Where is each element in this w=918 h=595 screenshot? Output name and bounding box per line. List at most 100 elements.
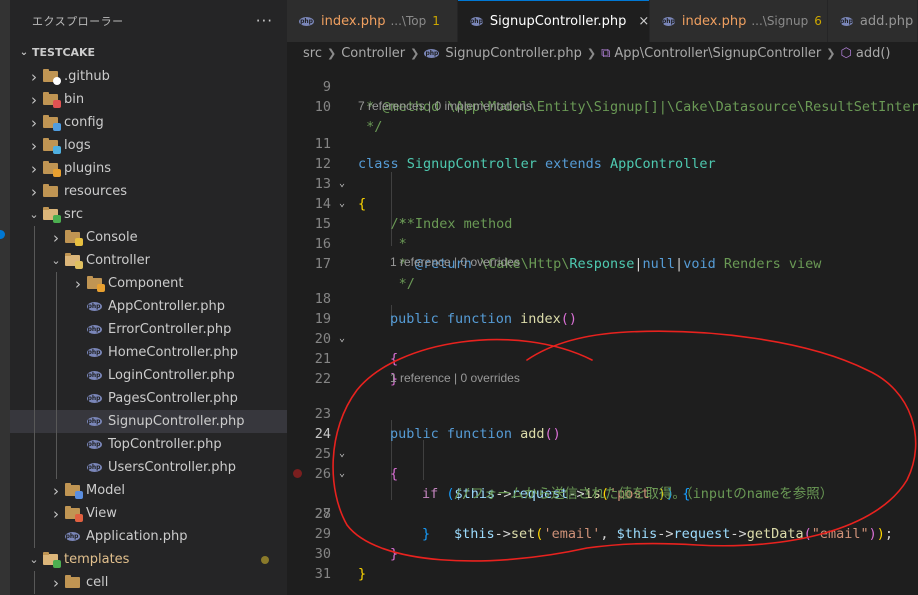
explorer-title-text: エクスプローラー: [32, 15, 124, 28]
tree-item[interactable]: › logs: [10, 134, 287, 157]
folder-shape: [64, 575, 80, 588]
tree-item[interactable]: › cell: [10, 571, 287, 594]
chevron-right-icon: ›: [53, 573, 59, 592]
tree-item[interactable]: php LoginController.php: [10, 364, 287, 387]
workspace-root[interactable]: ⌄ TESTCAKE: [10, 42, 95, 62]
config-folder-icon: [42, 115, 61, 131]
tree-item-label: SignupController.php: [108, 414, 245, 429]
tree-item-label: UsersController.php: [108, 460, 237, 475]
breakpoint-icon[interactable]: [293, 469, 302, 478]
code-line: 11 class SignupController extends AppCon…: [287, 114, 918, 172]
tree-item[interactable]: php AppController.php: [10, 295, 287, 318]
code-line: 29 }: [287, 504, 918, 562]
tree-indent-guide: [34, 364, 35, 387]
tree-indent-guide: [34, 571, 35, 594]
breadcrumb-method[interactable]: add(): [856, 46, 891, 61]
tree-item[interactable]: › View: [10, 502, 287, 525]
tree-item[interactable]: php UsersController.php: [10, 456, 287, 479]
tree-item-label: Model: [86, 483, 126, 498]
github-folder-icon: [42, 69, 61, 85]
breadcrumb-class[interactable]: App\Controller\SignupController: [614, 46, 821, 61]
tree-item[interactable]: › bin: [10, 88, 287, 111]
more-actions-icon[interactable]: ···: [256, 12, 273, 30]
tab-add[interactable]: php add.php: [828, 0, 918, 42]
folder-badge: [52, 560, 61, 568]
tree-item[interactable]: › resources: [10, 180, 287, 203]
component-folder-icon: [86, 276, 105, 292]
tree-item[interactable]: php HomeController.php: [10, 341, 287, 364]
breadcrumb-src[interactable]: src: [303, 46, 322, 61]
tree-item[interactable]: › Console: [10, 226, 287, 249]
tree-item[interactable]: php ErrorController.php: [10, 318, 287, 341]
php-file-icon: php: [840, 16, 853, 26]
tree-indent-guide: [56, 433, 57, 456]
tree-item[interactable]: php Application.php: [10, 525, 287, 548]
tree-item-label: Controller: [86, 253, 150, 268]
chevron-right-icon: ›: [31, 67, 37, 86]
tree-item[interactable]: ⌄ templates: [10, 548, 287, 571]
tree-item[interactable]: php PagesController.php: [10, 387, 287, 410]
folder-badge: [52, 169, 61, 177]
chevron-right-icon: ›: [31, 113, 37, 132]
tree-item-label: LoginController.php: [108, 368, 235, 383]
tree-item[interactable]: php TopController.php: [10, 433, 287, 456]
chevron-right-icon: ❯: [326, 46, 337, 60]
folder-badge: [52, 123, 61, 131]
php-file-icon: php: [299, 16, 314, 26]
tree-item[interactable]: php SignupController.php: [10, 410, 287, 433]
codelens-references[interactable]: 7 references | 0 implementations: [358, 97, 532, 115]
tab-index-top[interactable]: php index.php ...\Top 1: [287, 0, 458, 42]
code-line: 20: [287, 309, 918, 347]
tab-signupcontroller[interactable]: php SignupController.php ×: [458, 0, 650, 42]
tree-item[interactable]: ⌄ src: [10, 203, 287, 226]
tab-index-signup[interactable]: php index.php ...\Signup 6: [650, 0, 828, 42]
close-icon[interactable]: ×: [638, 14, 649, 29]
tree-item[interactable]: › Model: [10, 479, 287, 502]
folder-shape: [42, 92, 61, 108]
tree-item[interactable]: › config: [10, 111, 287, 134]
chevron-down-icon: ⌄: [19, 46, 29, 58]
tree-item-label: PagesController.php: [108, 391, 238, 406]
line-number: 31: [314, 566, 331, 582]
tree-item[interactable]: › plugins: [10, 157, 287, 180]
tree-item[interactable]: › Component: [10, 272, 287, 295]
tree-indent-guide: [34, 318, 35, 341]
tree-item[interactable]: › .github: [10, 65, 287, 88]
code-line: 31: [287, 544, 918, 582]
tree-item-label: Application.php: [86, 529, 188, 544]
php-file-icon: php: [86, 300, 102, 314]
code-editor[interactable]: 9 * @method \App\Model\Entity\Signup[]|\…: [287, 60, 918, 595]
tree-indent-guide: [34, 525, 35, 548]
code-line: 25 ⌄ if ($this->request->is('post')) {: [287, 424, 918, 502]
tree-indent-guide: [34, 341, 35, 364]
folder-badge: [52, 77, 61, 85]
folder-icon: [64, 575, 80, 590]
code-line: 17 */: [287, 234, 918, 292]
tab-label: SignupController.php: [489, 13, 627, 29]
workspace-root-label: TESTCAKE: [32, 45, 96, 59]
php-badge: php: [64, 532, 80, 541]
php-badge: php: [86, 394, 102, 403]
method-icon: ⬡: [840, 45, 852, 61]
code-line-current: 24 ⌄ {: [287, 404, 918, 482]
view-folder-icon: [64, 506, 83, 522]
chevron-down-icon: ⌄: [29, 208, 39, 221]
php-badge: php: [86, 371, 102, 380]
tree-indent-guide: [34, 295, 35, 318]
tree-item[interactable]: ⌄ Controller: [10, 249, 287, 272]
code-line: 10 */: [287, 77, 918, 135]
tab-label: index.php: [321, 13, 386, 29]
folder-badge: [52, 100, 61, 108]
tree-indent-guide: [34, 410, 35, 433]
php-file-icon: php: [86, 369, 102, 383]
breadcrumb-file[interactable]: SignupController.php: [445, 46, 581, 61]
php-file-icon: php: [86, 438, 102, 452]
tab-label: index.php: [681, 13, 747, 29]
folder-badge: [74, 491, 83, 499]
code-text: }: [358, 566, 367, 582]
breadcrumb-controller[interactable]: Controller: [341, 46, 405, 61]
php-file-icon: php: [64, 530, 80, 544]
plugins-folder-icon: [42, 161, 61, 177]
folder-shape: [64, 230, 83, 246]
tree-indent-guide: [56, 387, 57, 410]
